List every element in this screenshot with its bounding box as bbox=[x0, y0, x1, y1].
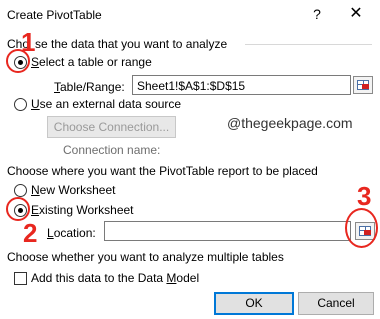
watermark-text: @thegeekpage.com bbox=[227, 115, 353, 131]
connection-name-label: Connection name: bbox=[63, 143, 161, 157]
external-source-radio[interactable] bbox=[14, 98, 27, 111]
new-worksheet-label[interactable]: New Worksheet bbox=[31, 183, 115, 197]
data-model-checkbox[interactable] bbox=[14, 272, 27, 285]
select-table-label[interactable]: Select a table or range bbox=[31, 55, 152, 69]
location-input[interactable] bbox=[104, 221, 351, 241]
table-range-input[interactable]: Sheet1!$A$1:$D$15 bbox=[132, 75, 351, 95]
annotation-number-2: 2 bbox=[23, 218, 38, 248]
data-model-label[interactable]: Add this data to the Data Model bbox=[31, 271, 199, 285]
annotation-circle-1 bbox=[6, 49, 30, 73]
multiple-tables-section-heading: Choose whether you want to analyze multi… bbox=[7, 250, 284, 264]
window-title: Create PivotTable bbox=[7, 8, 102, 22]
title-bar: Create PivotTable ? ✕ bbox=[0, 0, 380, 30]
section-divider bbox=[245, 44, 372, 45]
table-range-collapse-button[interactable] bbox=[353, 76, 373, 94]
help-button[interactable]: ? bbox=[306, 4, 328, 24]
external-source-label[interactable]: Use an external data source bbox=[31, 97, 181, 111]
range-arrow-icon bbox=[362, 84, 369, 89]
new-worksheet-radio[interactable] bbox=[14, 184, 27, 197]
source-section-heading: Cho se the data that you want to analyze bbox=[7, 37, 227, 51]
annotation-circle-3 bbox=[345, 208, 378, 248]
ok-button[interactable]: OK bbox=[214, 292, 294, 315]
existing-worksheet-label[interactable]: Existing Worksheet bbox=[31, 203, 134, 217]
table-range-value: Sheet1!$A$1:$D$15 bbox=[137, 79, 246, 93]
location-label: Location: bbox=[47, 226, 96, 240]
close-button[interactable]: ✕ bbox=[344, 3, 368, 25]
choose-connection-button[interactable]: Choose Connection... bbox=[47, 116, 176, 138]
source-heading-end: se the data that you want to analyze bbox=[35, 37, 228, 51]
placement-section-heading: Choose where you want the PivotTable rep… bbox=[7, 164, 318, 178]
cancel-button[interactable]: Cancel bbox=[298, 292, 374, 315]
table-range-label: Table/Range: bbox=[54, 80, 125, 94]
